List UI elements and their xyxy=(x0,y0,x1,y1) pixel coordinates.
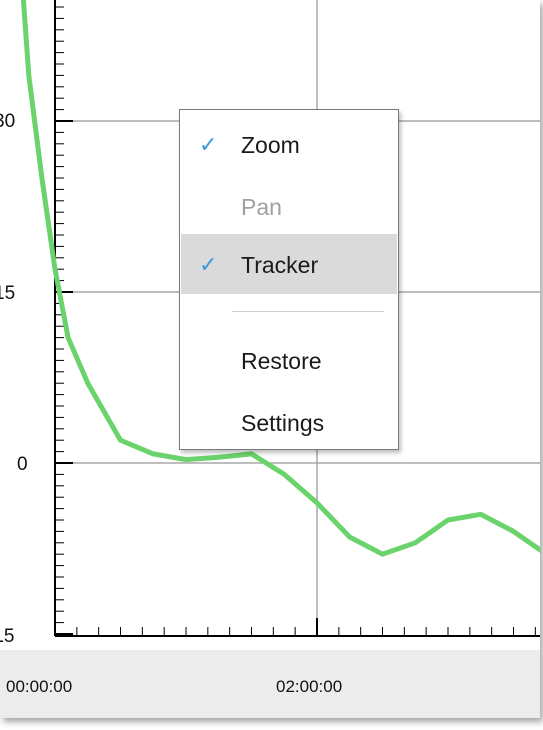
menu-item-restore[interactable]: Restore xyxy=(181,330,397,390)
menu-separator xyxy=(232,311,384,312)
menu-item-settings[interactable]: Settings xyxy=(181,392,397,452)
menu-item-label: Settings xyxy=(241,410,325,436)
menu-item-tracker[interactable]: ✓ Tracker xyxy=(181,234,397,294)
menu-item-zoom[interactable]: ✓ Zoom xyxy=(181,114,397,174)
checkmark-icon: ✓ xyxy=(199,252,218,277)
menu-item-pan[interactable]: Pan xyxy=(181,176,397,236)
context-menu[interactable]: ✓ Zoom Pan ✓ Tracker Restore Settings xyxy=(179,109,399,450)
checkmark-icon: ✓ xyxy=(199,132,218,157)
menu-item-label: Tracker xyxy=(241,252,319,278)
menu-item-label: Zoom xyxy=(241,132,300,158)
x-tick-label: 02:00:00 xyxy=(276,677,343,696)
y-tick-label: 30 xyxy=(0,111,16,132)
menu-item-label: Restore xyxy=(241,348,322,374)
x-tick-label: 00:00:00 xyxy=(6,677,73,696)
y-tick-label: -15 xyxy=(0,626,15,647)
y-tick-label: 15 xyxy=(0,283,16,304)
y-tick-label: 0 xyxy=(17,454,28,475)
menu-item-label: Pan xyxy=(241,194,282,220)
